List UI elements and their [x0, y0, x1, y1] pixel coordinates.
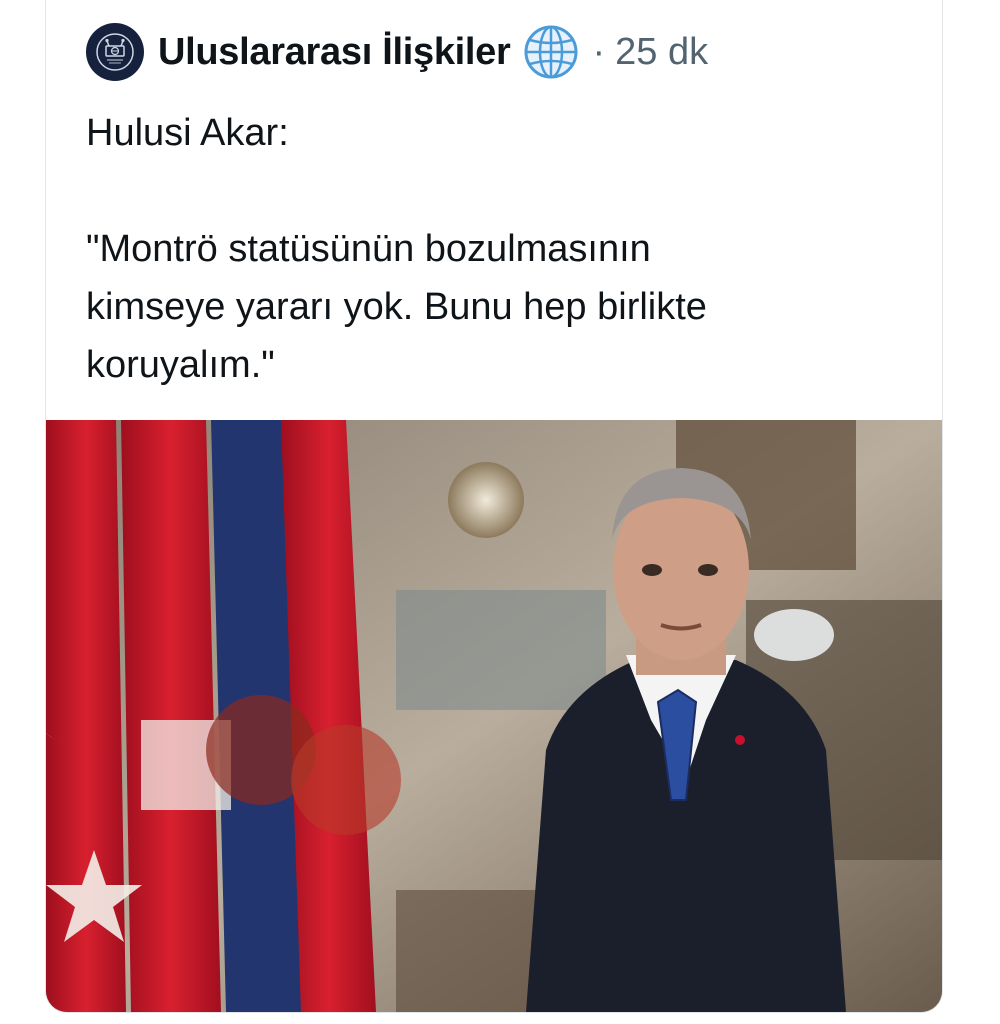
tweet-header: Uluslararası İlişkiler · 25 dk [86, 22, 708, 82]
separator-dot: · [592, 30, 606, 73]
tweet-text-line: Hulusi Akar: [86, 112, 289, 154]
author-name[interactable]: Uluslararası İlişkiler [158, 31, 511, 74]
tweet-text-line: "Montrö statüsünün bozulmasının [86, 228, 651, 270]
tweet-text-line: koruyalım." [86, 344, 275, 386]
tweet-text-line: kimseye yararı yok. Bunu hep birlikte [86, 286, 707, 328]
timestamp[interactable]: 25 dk [615, 31, 708, 74]
globe-podium-logo-icon [96, 33, 134, 71]
photo-illustration [46, 420, 942, 1012]
avatar[interactable] [86, 23, 144, 81]
tweet-text: Hulusi Akar: "Montrö statüsünün bozulmas… [86, 104, 916, 394]
tweet-card[interactable]: Uluslararası İlişkiler · 25 dk Hulusi Ak… [45, 0, 943, 1013]
globe-badge-icon [523, 22, 583, 82]
tweet-photo[interactable] [46, 420, 942, 1012]
